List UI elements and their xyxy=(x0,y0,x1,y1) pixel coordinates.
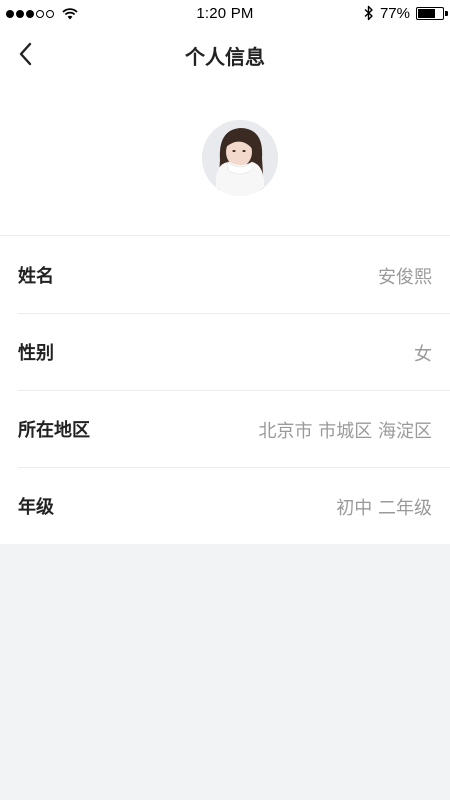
info-value: 北京市 市城区 海淀区 xyxy=(258,421,432,442)
info-label: 性别 xyxy=(18,343,54,364)
info-label: 年级 xyxy=(18,497,54,518)
info-label: 姓名 xyxy=(18,266,54,287)
info-list: 姓名 安俊熙 性别 女 所在地区 北京市 市城区 海淀区 年级 初中 二年级 xyxy=(0,236,450,544)
info-row-gender[interactable]: 性别 女 xyxy=(0,313,450,390)
info-value: 初中 二年级 xyxy=(336,498,432,519)
avatar[interactable] xyxy=(202,120,278,196)
battery-icon xyxy=(416,6,448,20)
battery-level xyxy=(418,8,435,18)
info-row-region[interactable]: 所在地区 北京市 市城区 海淀区 xyxy=(0,390,450,467)
page-title: 个人信息 xyxy=(185,45,265,69)
info-row-grade[interactable]: 年级 初中 二年级 xyxy=(0,467,450,544)
bluetooth-icon xyxy=(364,5,373,21)
battery-percent: 77% xyxy=(379,4,410,22)
info-value: 安俊熙 xyxy=(378,267,432,288)
nav-bar: 个人信息 xyxy=(0,28,450,80)
info-label: 所在地区 xyxy=(18,420,90,441)
avatar-section xyxy=(0,80,450,235)
status-bar: 1:20 PM 77% xyxy=(0,0,450,28)
user-avatar-icon xyxy=(202,120,278,196)
info-row-name[interactable]: 姓名 安俊熙 xyxy=(0,236,450,313)
info-value: 女 xyxy=(414,344,432,365)
